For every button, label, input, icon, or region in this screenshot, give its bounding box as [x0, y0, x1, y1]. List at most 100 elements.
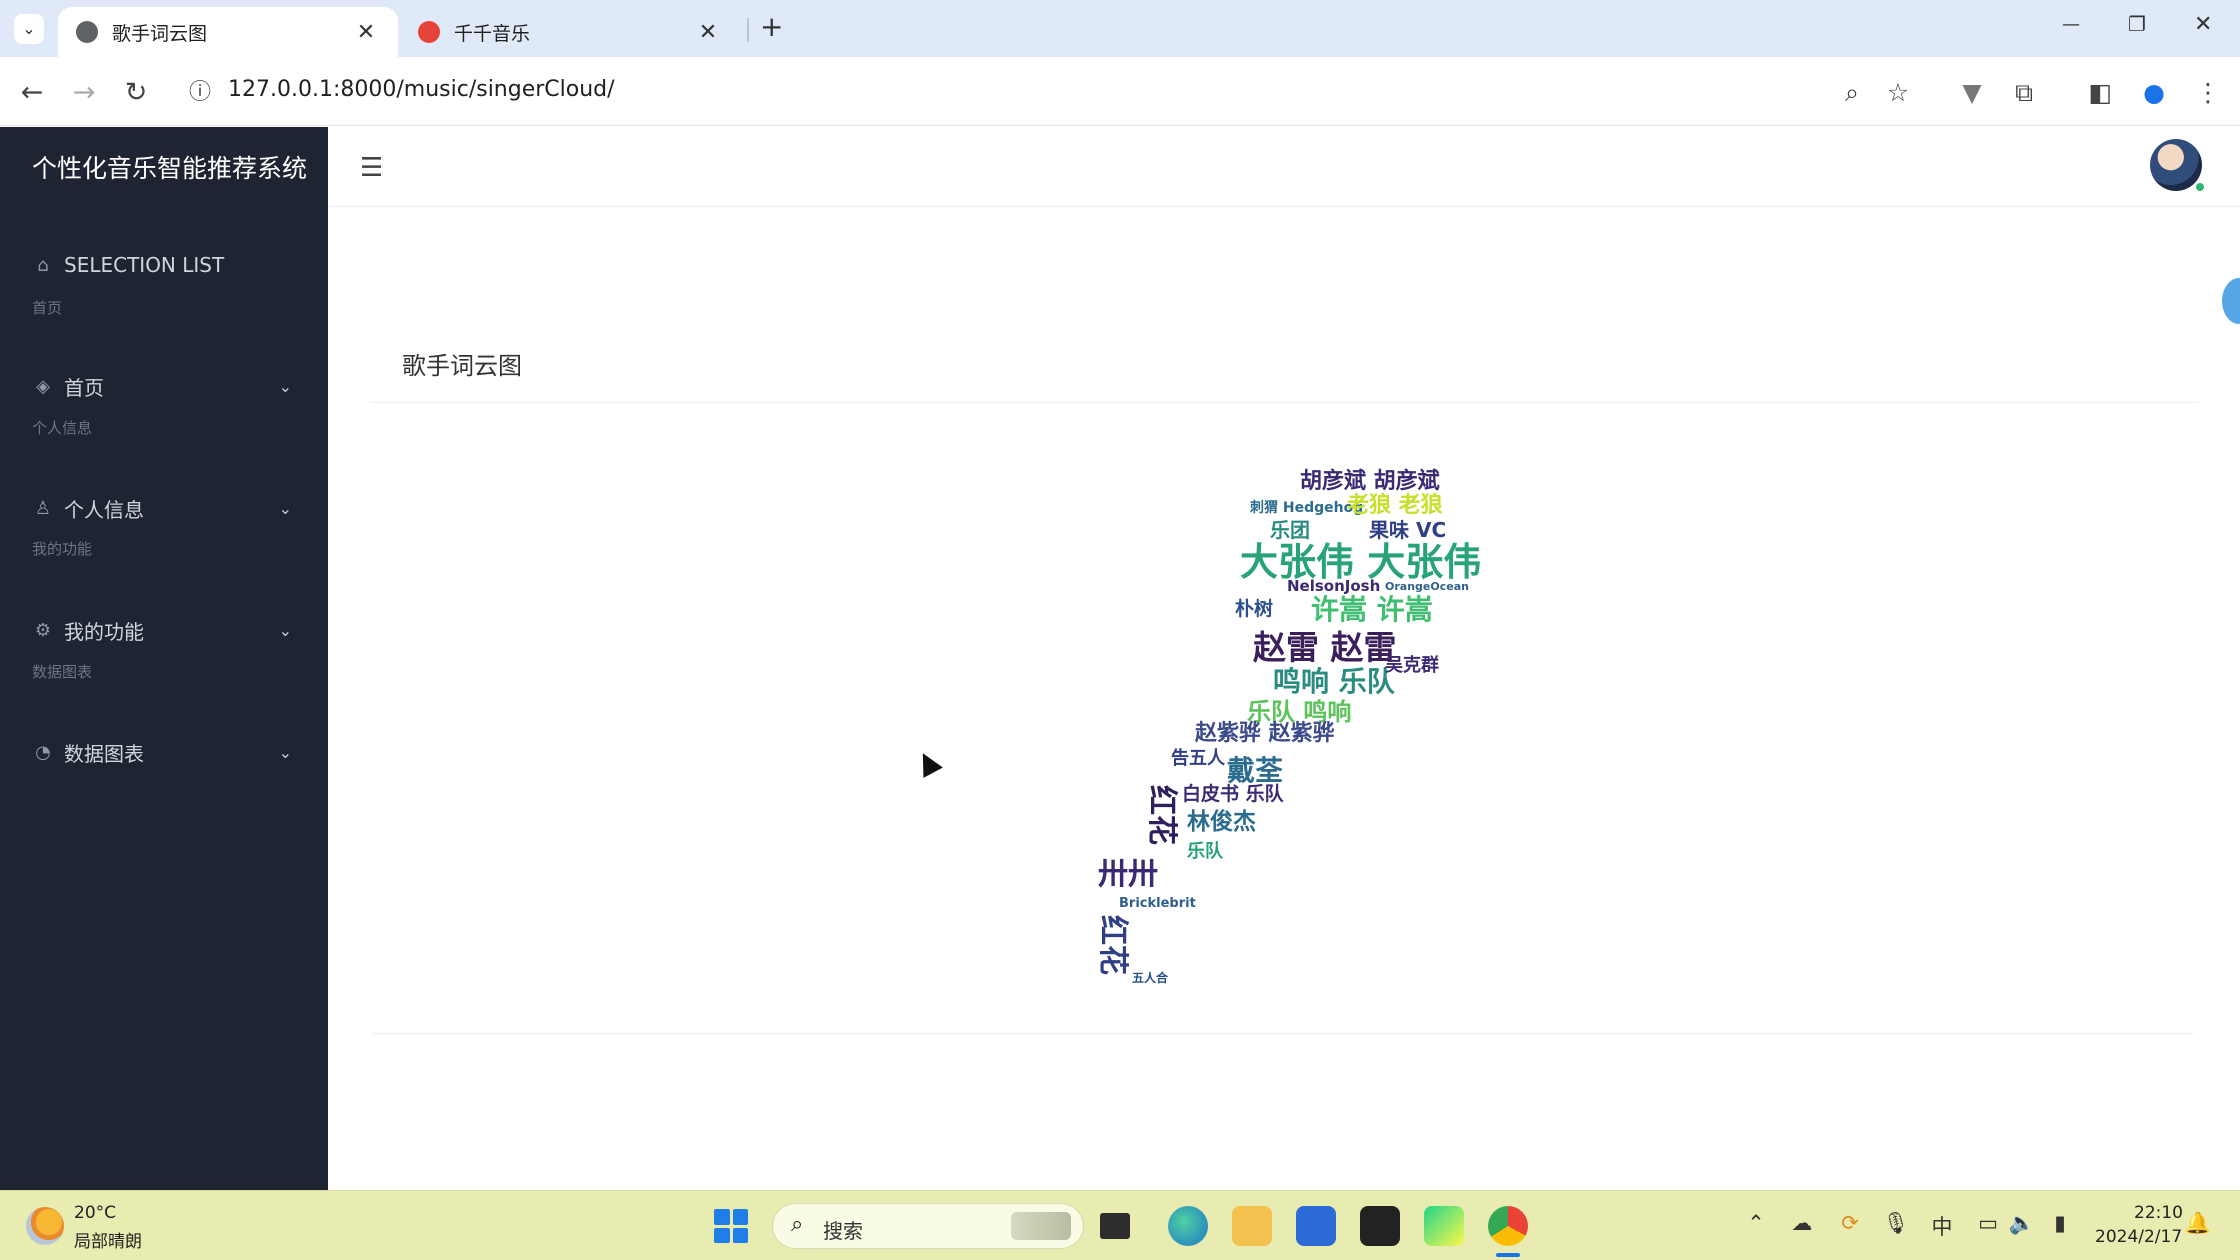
settings-icon: ⚙: [34, 619, 52, 641]
back-arrow-icon[interactable]: ←: [14, 75, 50, 111]
extension-v-icon[interactable]: ▼: [1954, 75, 1990, 111]
singer-word-cloud: 胡彦斌 胡彦斌 刺猬 Hedgehog 老狼 老狼 乐团 果味 VC 大张伟 大张伟 Nel…: [1085, 465, 1490, 985]
main-top-bar: ☰: [328, 127, 2240, 207]
sidebar-item-label: 个人信息: [64, 497, 144, 522]
edge-browser-icon[interactable]: [1168, 1206, 1208, 1246]
word-cloud-word: 戴荃: [1227, 754, 1284, 787]
sidebar-item-label: 首页: [64, 375, 104, 400]
tab-separator: [747, 18, 749, 42]
reload-icon[interactable]: ↻: [118, 75, 154, 111]
sidebar-item-home[interactable]: ◈ 首页 ⌄: [32, 366, 292, 406]
more-menu-icon[interactable]: ⋮: [2190, 75, 2226, 111]
show-hidden-icons-chevron-icon[interactable]: ⌃: [1742, 1211, 1770, 1235]
restore-window-button[interactable]: ❐: [2128, 12, 2146, 36]
zoom-icon[interactable]: ⌕: [1834, 75, 1870, 111]
search-highlight-doodle-icon: [1011, 1212, 1071, 1240]
online-status-dot: [2194, 181, 2206, 193]
site-info-icon[interactable]: ⓘ: [182, 75, 218, 111]
battery-icon[interactable]: ▮: [2046, 1211, 2074, 1235]
file-explorer-icon[interactable]: [1232, 1206, 1272, 1246]
volume-icon[interactable]: 🔈: [2008, 1211, 2036, 1236]
layers-icon: ◈: [36, 375, 50, 397]
side-panel-icon[interactable]: ◧: [2082, 75, 2118, 111]
word-cloud-word: 五人合: [1132, 971, 1169, 985]
word-cloud-word: 果味 VC: [1369, 518, 1447, 542]
floating-helper-button[interactable]: [2222, 278, 2240, 324]
search-placeholder: 搜索: [823, 1219, 863, 1243]
chevron-down-icon: ⌄: [278, 376, 292, 396]
microphone-icon[interactable]: 🎙: [1882, 1211, 1910, 1236]
pie-chart-icon: ◔: [35, 741, 51, 763]
user-icon: ♙: [34, 497, 52, 519]
word-cloud-word: 鸣响 乐队: [1273, 665, 1395, 698]
ime-indicator[interactable]: 中: [1928, 1211, 1956, 1241]
word-cloud-word: 朴树: [1235, 598, 1274, 620]
chevron-down-icon: ⌄: [278, 742, 292, 762]
sidebar-item-data-charts[interactable]: ◔ 数据图表 ⌄: [32, 732, 292, 772]
section-label-home: 首页: [32, 299, 63, 317]
unity-hub-icon[interactable]: [1360, 1206, 1400, 1246]
sidebar-item-my-functions[interactable]: ⚙ 我的功能 ⌄: [32, 610, 292, 650]
word-cloud-word: 赵紫骅 赵紫骅: [1195, 721, 1335, 746]
tab-search-chevron-icon[interactable]: ⌄: [14, 14, 44, 44]
word-cloud-word: OrangeOcean: [1385, 580, 1469, 593]
word-cloud-word: 大张伟 大张伟: [1240, 540, 1482, 584]
search-icon: ⌕: [791, 1212, 804, 1237]
word-cloud-word: 红花: [1144, 785, 1179, 845]
close-tab-icon[interactable]: ✕: [352, 20, 380, 45]
pycharm-icon[interactable]: [1424, 1206, 1464, 1246]
forward-arrow-icon[interactable]: →: [66, 75, 102, 111]
tab-qianqian-music[interactable]: 千千音乐 ✕: [400, 7, 740, 57]
close-tab-icon[interactable]: ✕: [694, 20, 722, 45]
bookmark-star-icon[interactable]: ☆: [1880, 75, 1916, 111]
clock-time[interactable]: 22:10: [2134, 1203, 2183, 1223]
taskbar-search-box[interactable]: ⌕ 搜索: [772, 1203, 1084, 1249]
notification-bell-icon[interactable]: 🔔: [2184, 1211, 2212, 1236]
extensions-puzzle-icon[interactable]: ⧉: [2006, 75, 2042, 111]
weather-description: 局部晴朗: [74, 1232, 142, 1252]
sidebar-item-personal-info[interactable]: ♙ 个人信息 ⌄: [32, 488, 292, 528]
card-divider: [372, 1033, 2194, 1034]
sidebar-item-label: SELECTION LIST: [64, 253, 225, 277]
word-cloud-word: 林俊杰: [1187, 809, 1256, 835]
tab-singer-cloud[interactable]: 歌手词云图 ✕: [58, 7, 398, 57]
word-cloud-word: 吴克群: [1385, 655, 1439, 676]
task-view-icon[interactable]: [1100, 1213, 1130, 1239]
weather-sun-icon[interactable]: [26, 1207, 64, 1245]
clock-date[interactable]: 2024/2/17: [2095, 1227, 2182, 1247]
tab-title: 千千音乐: [454, 22, 531, 45]
word-cloud-word: 赵雷 赵雷: [1253, 628, 1397, 667]
sidebar-item-label: 数据图表: [64, 741, 144, 766]
word-cloud-word: NelsonJosh: [1287, 577, 1381, 595]
hamburger-menu-icon[interactable]: ☰: [360, 153, 383, 183]
chrome-browser-icon[interactable]: [1488, 1206, 1528, 1246]
word-cloud-word: 胡彦斌 胡彦斌: [1300, 469, 1440, 494]
browser-address-bar: ← → ↻ ⓘ 127.0.0.1:8000/music/singerCloud…: [0, 57, 2240, 126]
sync-icon[interactable]: ⟳: [1836, 1211, 1864, 1235]
windows-taskbar: 20°C 局部晴朗 ⌕ 搜索 ⌃ ☁ ⟳ 🎙 中 ▭ 🔈 ▮ 22:10 202…: [0, 1190, 2240, 1260]
new-tab-button[interactable]: +: [760, 10, 783, 43]
card-divider: [370, 402, 2198, 403]
url-field[interactable]: 127.0.0.1:8000/music/singerCloud/: [228, 77, 615, 102]
qianqian-logo-icon: [418, 21, 440, 43]
sidebar: 个性化音乐智能推荐系统 ⌂ SELECTION LIST 首页 ◈ 首页 ⌄ 个…: [0, 127, 328, 1190]
onedrive-cloud-icon[interactable]: ☁: [1788, 1211, 1816, 1235]
word-cloud-word: Bricklebrit: [1119, 896, 1196, 911]
brand-title: 个性化音乐智能推荐系统: [32, 154, 308, 183]
network-icon[interactable]: ▭: [1974, 1211, 2002, 1235]
section-label-personal: 个人信息: [32, 419, 93, 437]
chevron-down-icon: ⌄: [278, 620, 292, 640]
word-cloud-word: 告五人: [1171, 748, 1225, 769]
word-cloud-word: 乐队: [1187, 841, 1223, 862]
word-cloud-word: 许嵩 许嵩: [1311, 593, 1433, 626]
section-label-functions: 我的功能: [32, 540, 93, 558]
close-window-button[interactable]: ✕: [2194, 12, 2212, 37]
windows-start-icon[interactable]: [714, 1209, 748, 1243]
profile-icon[interactable]: ●: [2136, 75, 2172, 111]
minimize-window-button[interactable]: —: [2062, 14, 2080, 35]
microsoft-store-icon[interactable]: [1296, 1206, 1336, 1246]
browser-tab-bar: ⌄ 歌手词云图 ✕ 千千音乐 ✕ + — ❐ ✕: [0, 0, 2240, 57]
page-title: 歌手词云图: [402, 352, 522, 380]
mouse-cursor: [913, 748, 943, 778]
sidebar-item-selection-list[interactable]: ⌂ SELECTION LIST: [32, 245, 292, 285]
